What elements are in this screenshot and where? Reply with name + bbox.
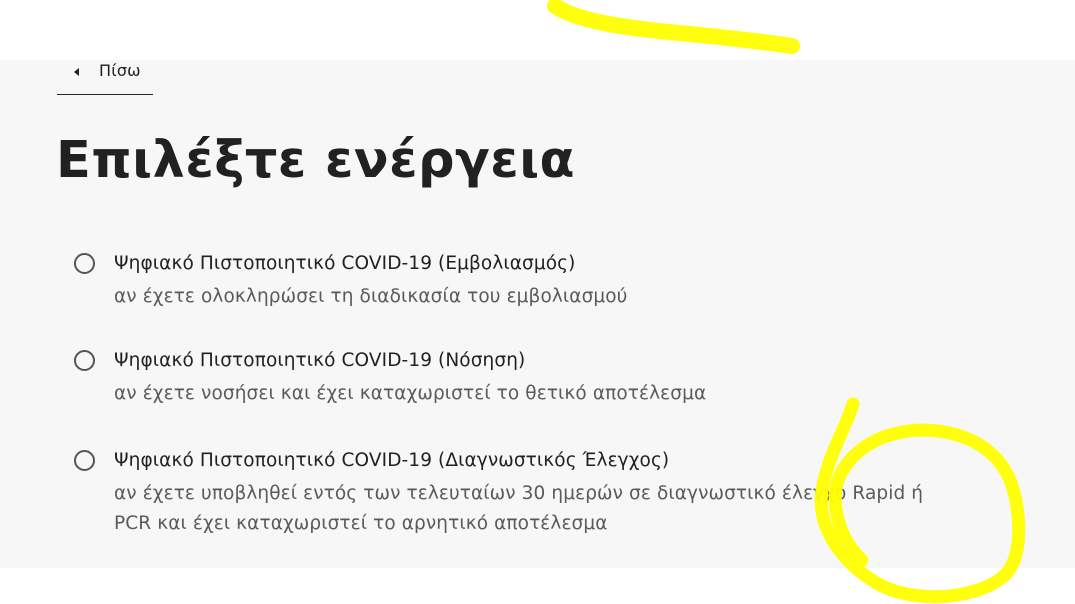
page: Πίσω Επιλέξτε ενέργεια Ψηφιακό Πιστοποιη…	[0, 0, 1075, 604]
option-label: Ψηφιακό Πιστοποιητικό COVID-19 (Νόσηση)	[114, 350, 526, 371]
option-hint: αν έχετε ολοκληρώσει τη διαδικασία του ε…	[114, 286, 628, 307]
page-title: Επιλέξτε ενέργεια	[56, 131, 576, 190]
radio-vaccination[interactable]	[74, 253, 95, 274]
back-link-label: Πίσω	[99, 61, 141, 80]
option-hint: αν έχετε νοσήσει και έχει καταχωριστεί τ…	[114, 383, 707, 404]
highlight-stroke-top	[547, 0, 800, 54]
option-test[interactable]: Ψηφιακό Πιστοποιητικό COVID-19 (Διαγνωστ…	[74, 449, 974, 541]
caret-left-icon	[74, 68, 79, 76]
option-label: Ψηφιακό Πιστοποιητικό COVID-19 (Διαγνωστ…	[114, 450, 670, 471]
option-recovery[interactable]: Ψηφιακό Πιστοποιητικό COVID-19 (Νόσηση) …	[74, 349, 974, 409]
back-link[interactable]: Πίσω	[57, 60, 153, 95]
option-label: Ψηφιακό Πιστοποιητικό COVID-19 (Εμβολιασ…	[114, 253, 576, 274]
option-hint: αν έχετε υποβληθεί εντός των τελευταίων …	[114, 483, 924, 534]
radio-test[interactable]	[74, 450, 95, 471]
radio-recovery[interactable]	[74, 350, 95, 371]
option-vaccination[interactable]: Ψηφιακό Πιστοποιητικό COVID-19 (Εμβολιασ…	[74, 252, 974, 312]
